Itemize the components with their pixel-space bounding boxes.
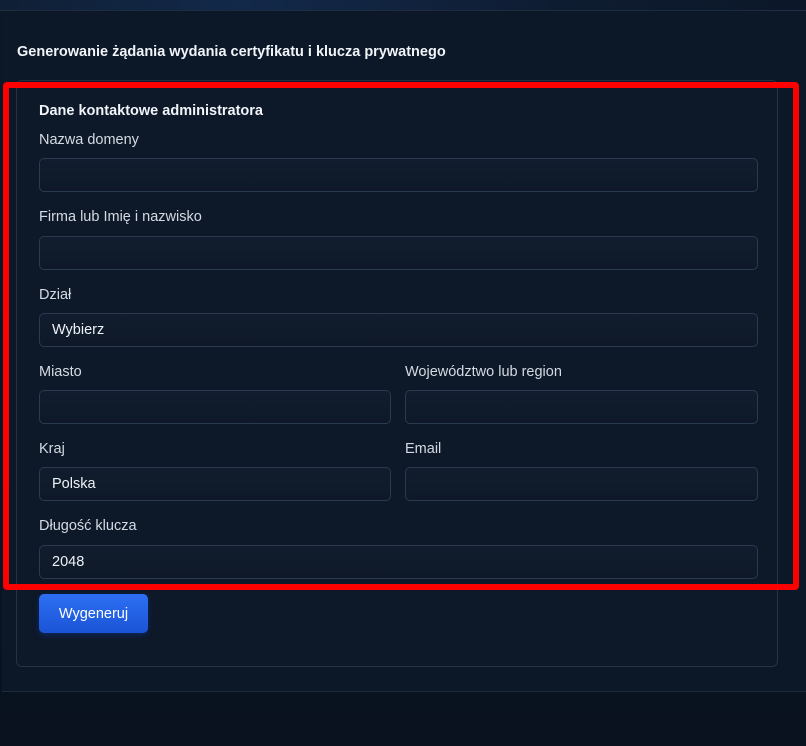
city-input[interactable] bbox=[39, 390, 391, 424]
city-label: Miasto bbox=[39, 364, 82, 380]
key-length-select[interactable]: 2048 bbox=[39, 545, 758, 579]
country-label: Kraj bbox=[39, 441, 65, 457]
company-label: Firma lub Imię i nazwisko bbox=[39, 209, 202, 225]
region-input[interactable] bbox=[405, 390, 758, 424]
top-header-strip bbox=[0, 0, 806, 11]
department-select[interactable]: Wybierz bbox=[39, 313, 758, 347]
company-input[interactable] bbox=[39, 236, 758, 270]
region-label: Województwo lub region bbox=[405, 364, 562, 380]
domain-name-input[interactable] bbox=[39, 158, 758, 192]
key-length-label: Długość klucza bbox=[39, 518, 137, 534]
email-label: Email bbox=[405, 441, 442, 457]
generate-button[interactable]: Wygeneruj bbox=[39, 594, 148, 633]
section-title: Dane kontaktowe administratora bbox=[39, 103, 263, 119]
country-select[interactable]: Polska bbox=[39, 467, 391, 501]
department-label: Dział bbox=[39, 287, 72, 303]
domain-name-label: Nazwa domeny bbox=[39, 132, 139, 148]
page-title: Generowanie żądania wydania certyfikatu … bbox=[17, 44, 446, 60]
email-input[interactable] bbox=[405, 467, 758, 501]
